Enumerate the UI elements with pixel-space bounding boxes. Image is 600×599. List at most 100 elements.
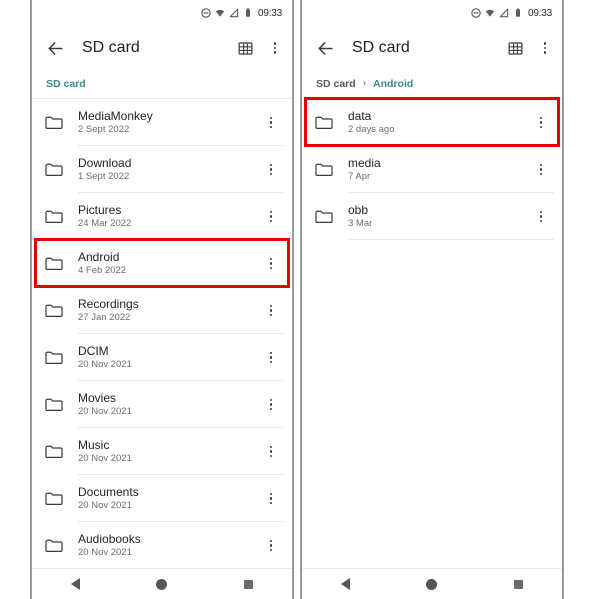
toolbar-back-button[interactable]	[44, 37, 66, 59]
app-toolbar: SD card	[302, 26, 562, 70]
file-list-row[interactable]: Movies 20 Nov 2021	[32, 381, 292, 428]
nav-back-button[interactable]	[55, 571, 95, 597]
row-overflow-menu-icon[interactable]	[264, 208, 278, 226]
file-list-row[interactable]: Music 20 Nov 2021	[32, 428, 292, 475]
row-date: 24 Mar 2022	[78, 218, 132, 229]
row-name: Audiobooks	[78, 532, 141, 546]
row-date: 20 Nov 2021	[78, 547, 132, 558]
toolbar-actions	[236, 39, 282, 57]
row-overflow-button[interactable]	[258, 114, 284, 132]
file-list-row[interactable]: Documents 20 Nov 2021	[32, 475, 292, 522]
battery-icon	[513, 8, 523, 18]
folder-icon	[314, 113, 334, 133]
row-folder-icon	[44, 395, 78, 415]
wifi-icon	[215, 8, 225, 18]
overflow-menu-button[interactable]	[538, 39, 552, 57]
row-date: 1 Sept 2022	[78, 171, 130, 182]
row-folder-icon	[44, 207, 78, 227]
grid-view-icon[interactable]	[236, 39, 254, 57]
row-overflow-menu-icon[interactable]	[264, 443, 278, 461]
file-list-row[interactable]: Android 4 Feb 2022	[32, 240, 292, 287]
row-folder-icon	[44, 160, 78, 180]
row-overflow-menu-icon[interactable]	[534, 114, 548, 132]
row-overflow-button[interactable]	[258, 396, 284, 414]
file-list-row[interactable]: DCIM 20 Nov 2021	[32, 334, 292, 381]
row-overflow-button[interactable]	[528, 208, 554, 226]
row-text-block: Movies 20 Nov 2021	[78, 392, 258, 418]
row-overflow-button[interactable]	[258, 161, 284, 179]
nav-back-icon	[340, 578, 350, 590]
arrow-back-icon[interactable]	[45, 38, 65, 58]
row-overflow-menu-icon[interactable]	[534, 208, 548, 226]
row-text-block: Android 4 Feb 2022	[78, 251, 258, 277]
row-folder-icon	[44, 536, 78, 556]
file-list-row[interactable]: media 7 Apr	[302, 146, 562, 193]
row-overflow-button[interactable]	[258, 537, 284, 555]
file-list-row[interactable]: Pictures 24 Mar 2022	[32, 193, 292, 240]
nav-home-button[interactable]	[142, 571, 182, 597]
row-overflow-menu-icon[interactable]	[534, 161, 548, 179]
row-overflow-menu-icon[interactable]	[264, 349, 278, 367]
row-overflow-menu-icon[interactable]	[264, 490, 278, 508]
system-navigation-bar	[32, 568, 292, 599]
grid-view-icon[interactable]	[506, 39, 524, 57]
file-list-row[interactable]: obb 3 Mar	[302, 193, 562, 240]
row-overflow-menu-icon[interactable]	[264, 537, 278, 555]
file-list: data 2 days ago media 7 Apr obb 3 Mar	[302, 99, 562, 240]
row-folder-icon	[44, 489, 78, 509]
row-text-block: Pictures 24 Mar 2022	[78, 204, 258, 230]
row-overflow-button[interactable]	[258, 255, 284, 273]
overflow-menu-button[interactable]	[268, 39, 282, 57]
nav-recents-button[interactable]	[499, 571, 539, 597]
status-icon-group	[201, 8, 253, 18]
row-text-block: obb 3 Mar	[348, 204, 528, 230]
row-date: 20 Nov 2021	[78, 406, 132, 417]
grid-view-button[interactable]	[236, 39, 254, 57]
file-list-row[interactable]: Recordings 27 Jan 2022	[32, 287, 292, 334]
folder-icon	[44, 395, 64, 415]
row-overflow-button[interactable]	[258, 208, 284, 226]
breadcrumb-item[interactable]: SD card	[316, 78, 356, 90]
row-folder-icon	[44, 442, 78, 462]
wifi-icon	[485, 8, 495, 18]
breadcrumb-separator-icon: ›	[362, 78, 367, 89]
folder-icon	[44, 489, 64, 509]
nav-back-button[interactable]	[325, 571, 365, 597]
row-overflow-button[interactable]	[258, 490, 284, 508]
file-list-row[interactable]: data 2 days ago	[302, 99, 562, 146]
row-overflow-menu-icon[interactable]	[264, 161, 278, 179]
dnd-icon	[201, 8, 211, 18]
row-date: 2 Sept 2022	[78, 124, 130, 135]
row-name: Recordings	[78, 297, 139, 311]
arrow-back-icon[interactable]	[315, 38, 335, 58]
nav-home-button[interactable]	[412, 571, 452, 597]
toolbar-back-button[interactable]	[314, 37, 336, 59]
file-list-row[interactable]: MediaMonkey 2 Sept 2022	[32, 99, 292, 146]
row-name: data	[348, 109, 372, 123]
status-bar: 09:33	[32, 0, 292, 26]
grid-view-button[interactable]	[506, 39, 524, 57]
row-overflow-button[interactable]	[258, 349, 284, 367]
row-overflow-button[interactable]	[528, 161, 554, 179]
row-overflow-menu-icon[interactable]	[264, 114, 278, 132]
status-icon-group	[471, 8, 523, 18]
row-text-block: Download 1 Sept 2022	[78, 157, 258, 183]
row-overflow-button[interactable]	[258, 443, 284, 461]
file-list-row[interactable]: Audiobooks 20 Nov 2021	[32, 522, 292, 569]
nav-recents-icon	[244, 579, 254, 589]
row-overflow-menu-icon[interactable]	[264, 396, 278, 414]
row-overflow-menu-icon[interactable]	[264, 302, 278, 320]
nav-recents-button[interactable]	[229, 571, 269, 597]
row-overflow-button[interactable]	[528, 114, 554, 132]
nav-recents-icon	[514, 579, 524, 589]
file-list-row[interactable]: Download 1 Sept 2022	[32, 146, 292, 193]
nav-home-icon	[156, 578, 168, 590]
breadcrumb-item[interactable]: Android	[373, 78, 413, 90]
row-overflow-menu-icon[interactable]	[264, 255, 278, 273]
nav-home-icon	[426, 578, 438, 590]
row-overflow-button[interactable]	[258, 302, 284, 320]
breadcrumb: SD card › Android	[302, 70, 562, 99]
screenshot-stage: 09:33 SD card SD card MediaMonkey 2 Sept 202…	[0, 0, 600, 599]
row-date: 2 days ago	[348, 124, 395, 135]
breadcrumb-item[interactable]: SD card	[46, 78, 86, 90]
